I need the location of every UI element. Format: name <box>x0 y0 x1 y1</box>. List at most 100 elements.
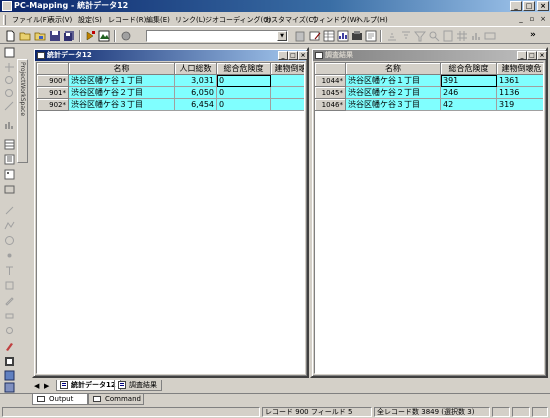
minimize-button[interactable]: _ <box>510 1 522 11</box>
brush-tool-icon[interactable] <box>4 341 15 352</box>
row-header[interactable]: 1044* <box>315 75 346 87</box>
table-cell[interactable]: 0 <box>217 99 271 111</box>
menu-geocoding[interactable]: ジオコーディング(G) <box>205 14 271 26</box>
zoom-out-icon[interactable] <box>4 88 15 99</box>
table-cell[interactable] <box>271 75 304 87</box>
table-cell[interactable]: 渋谷区幡ケ谷３丁目 <box>69 99 175 111</box>
stats-minimize-button[interactable]: _ <box>278 51 288 60</box>
grid-icon[interactable] <box>456 30 468 42</box>
menu-settings[interactable]: 設定(S) <box>78 14 102 26</box>
survey-close-button[interactable]: × <box>537 51 547 60</box>
resize-grip[interactable] <box>532 407 548 417</box>
table-icon[interactable] <box>4 139 15 150</box>
sort-asc-icon[interactable] <box>386 30 398 42</box>
record-icon[interactable] <box>351 30 363 42</box>
sort-desc-icon[interactable] <box>400 30 412 42</box>
table-cell[interactable]: 42 <box>441 99 497 111</box>
tab-output[interactable]: Output <box>32 394 88 405</box>
script-icon[interactable] <box>4 356 15 367</box>
survey-grid[interactable]: 名称 総合危険度 建物倒壊危 1044* 渋谷区幡ケ谷１丁目 391 1361 … <box>314 62 544 374</box>
tab-prev-button[interactable]: ◀ <box>34 381 39 391</box>
save-icon[interactable] <box>49 30 61 42</box>
table-cell[interactable]: 319 <box>497 99 543 111</box>
select-tool-icon[interactable] <box>4 47 15 58</box>
map-settings-icon[interactable] <box>98 30 110 42</box>
table-cell[interactable]: 0 <box>217 87 271 99</box>
view-icon[interactable] <box>4 184 15 195</box>
table-edit-icon[interactable] <box>309 30 321 42</box>
circle-tool-icon[interactable] <box>4 235 15 246</box>
menu-edit[interactable]: 編集(E) <box>146 14 170 26</box>
maximize-button[interactable]: □ <box>523 1 535 11</box>
bottom-panel-icon[interactable] <box>4 382 15 393</box>
chevron-down-icon[interactable]: ▼ <box>277 31 287 41</box>
link-icon[interactable] <box>484 30 496 42</box>
pan-tool-icon[interactable] <box>4 62 15 73</box>
table-cell[interactable]: 1136 <box>497 87 543 99</box>
table-cell[interactable]: 渋谷区幡ケ谷１丁目 <box>346 75 441 87</box>
tab-next-button[interactable]: ▶ <box>44 381 49 391</box>
column-header[interactable]: 人口総数 <box>175 63 217 75</box>
table-cell[interactable]: 渋谷区幡ケ谷１丁目 <box>69 75 175 87</box>
find-icon[interactable] <box>428 30 440 42</box>
toolbar-overflow-button[interactable]: » <box>530 30 536 40</box>
layer-icon[interactable] <box>120 30 132 42</box>
paste-icon[interactable] <box>294 30 306 42</box>
table-cell[interactable]: 3,031 <box>175 75 217 87</box>
zoom-in-icon[interactable] <box>4 75 15 86</box>
rect-tool-icon[interactable] <box>4 280 15 291</box>
layer-combo[interactable]: ▼ <box>146 30 288 42</box>
corner-header[interactable] <box>315 63 346 75</box>
chart-icon[interactable] <box>337 30 349 42</box>
new-file-icon[interactable] <box>4 30 16 42</box>
mdi-minimize-button[interactable]: _ <box>516 15 526 24</box>
menu-help[interactable]: ヘルプ(H) <box>356 14 388 26</box>
node-tool-icon[interactable] <box>4 325 15 336</box>
column-header[interactable]: 総合危険度 <box>441 63 497 75</box>
stats-maximize-button[interactable]: □ <box>288 51 298 60</box>
tab-command[interactable]: Command <box>88 394 144 405</box>
menu-customize[interactable]: カスタマイズ(C) <box>264 14 316 26</box>
text-tool-icon[interactable] <box>4 265 15 276</box>
column-icon[interactable] <box>442 30 454 42</box>
survey-minimize-button[interactable]: _ <box>517 51 527 60</box>
mdi-restore-button[interactable]: ▫ <box>527 15 537 24</box>
table-cell[interactable]: 246 <box>441 87 497 99</box>
table-cell[interactable]: 0 <box>217 75 271 87</box>
close-button[interactable]: × <box>537 1 549 11</box>
table-cell[interactable]: 渋谷区幡ケ谷２丁目 <box>69 87 175 99</box>
tab-survey[interactable]: 調査結果 <box>114 380 162 391</box>
menu-grip[interactable] <box>3 15 6 25</box>
menu-window[interactable]: ウィンドウ(W) <box>312 14 359 26</box>
row-header[interactable]: 1046* <box>315 99 346 111</box>
table-view-icon[interactable] <box>323 30 335 42</box>
table-cell[interactable]: 6,454 <box>175 99 217 111</box>
eraser-tool-icon[interactable] <box>4 310 15 321</box>
legend-icon[interactable] <box>4 169 15 180</box>
tab-stats[interactable]: 統計データ12 <box>56 380 121 391</box>
menu-link[interactable]: リンク(L) <box>175 14 205 26</box>
row-header[interactable]: 900* <box>37 75 69 87</box>
table-cell[interactable]: 渋谷区幡ケ谷２丁目 <box>346 87 441 99</box>
point-tool-icon[interactable] <box>4 250 15 261</box>
layer-list-icon[interactable] <box>4 154 15 165</box>
measure-icon[interactable] <box>4 101 15 112</box>
print-icon[interactable] <box>84 30 96 42</box>
column-header[interactable]: 名称 <box>346 63 441 75</box>
mdi-close-button[interactable]: × <box>538 15 548 24</box>
panel-toggle-icon[interactable] <box>4 370 15 381</box>
table-cell[interactable]: 391 <box>441 75 497 87</box>
project-workspace-tab[interactable]: ProjectWorkSpace <box>17 59 28 163</box>
attribute-icon[interactable] <box>4 120 15 131</box>
table-cell[interactable] <box>271 99 304 111</box>
survey-maximize-button[interactable]: □ <box>527 51 537 60</box>
open-db-icon[interactable] <box>34 30 46 42</box>
row-header[interactable]: 901* <box>37 87 69 99</box>
corner-header[interactable] <box>37 63 69 75</box>
line-tool-icon[interactable] <box>4 205 15 216</box>
open-folder-icon[interactable] <box>19 30 31 42</box>
stats-close-button[interactable]: × <box>298 51 308 60</box>
table-cell[interactable] <box>271 87 304 99</box>
app-icon[interactable] <box>2 1 12 11</box>
column-header[interactable]: 名称 <box>69 63 175 75</box>
